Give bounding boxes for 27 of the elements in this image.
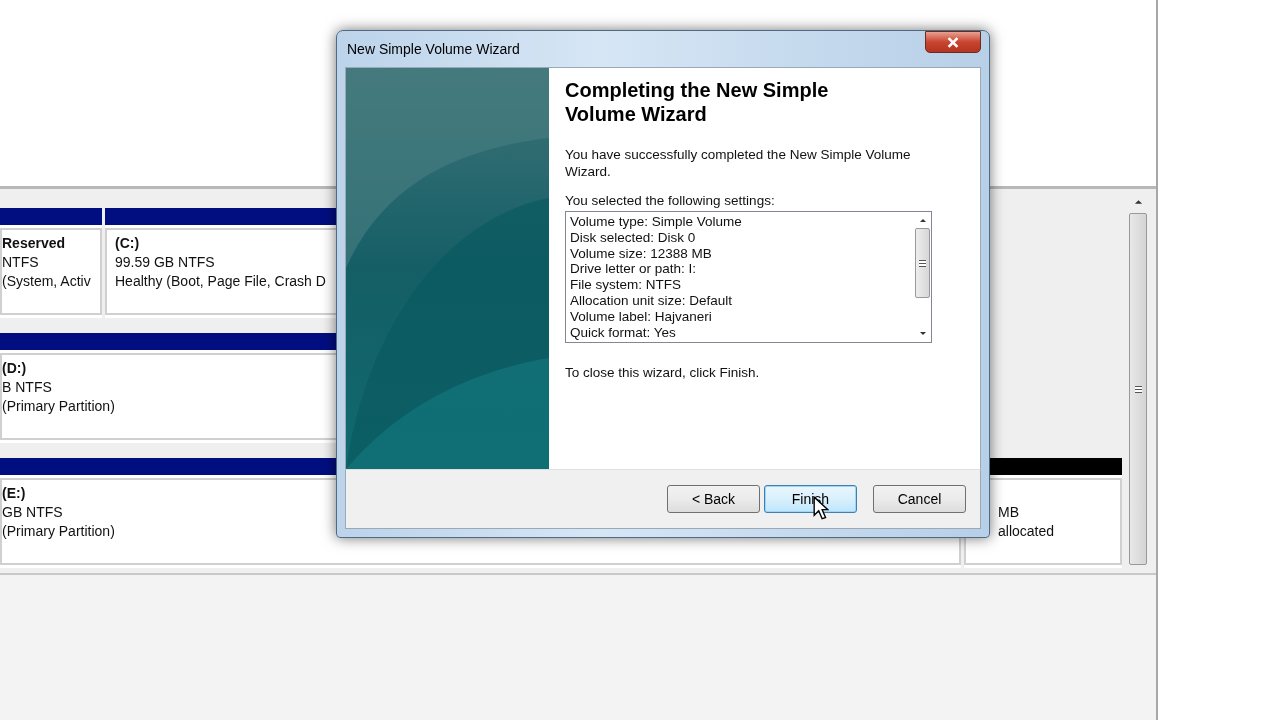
partition-text: Reserved <box>2 235 66 251</box>
partition-text: (Primary Partition) <box>2 398 115 414</box>
intro-text: You have successfully completed the New Simple Volume Wizard. <box>565 146 912 180</box>
partition-text: (Primary Partition) <box>2 523 115 539</box>
partition-text: Healthy (Boot, Page File, Crash D <box>115 273 326 289</box>
setting-line: Volume type: Simple Volume <box>570 214 742 230</box>
partition-text: GB NTFS <box>2 504 63 520</box>
setting-line: Allocation unit size: Default <box>570 293 733 309</box>
setting-line: Volume size: 12388 MB <box>570 245 712 262</box>
partition-text: MB <box>998 504 1019 520</box>
settings-label: You selected the following settings: <box>565 193 775 208</box>
setting-line: Quick format: Yes <box>570 324 676 341</box>
setting-line: Volume label: Hajvaneri <box>570 308 712 325</box>
wizard-heading: Completing the New Simple Volume Wizard <box>565 78 830 126</box>
partition-text: (D:) <box>2 360 27 376</box>
partition-text: (System, Activ <box>2 273 91 289</box>
partition-text: 99.59 GB NTFS <box>115 254 215 270</box>
partition-text: NTFS <box>2 254 39 270</box>
setting-line: File system: NTFS <box>570 277 681 293</box>
partition-text: B NTFS <box>2 379 52 395</box>
partition-text: (C:) <box>115 235 140 251</box>
setting-line: Disk selected: Disk 0 <box>570 229 696 246</box>
window-title: New Simple Volume Wizard <box>346 41 520 57</box>
partition-text: allocated <box>998 523 1055 539</box>
setting-line: Drive letter or path: I: <box>570 261 697 278</box>
closing-text: To close this wizard, click Finish. <box>565 365 760 380</box>
partition-text: (E:) <box>2 485 26 501</box>
